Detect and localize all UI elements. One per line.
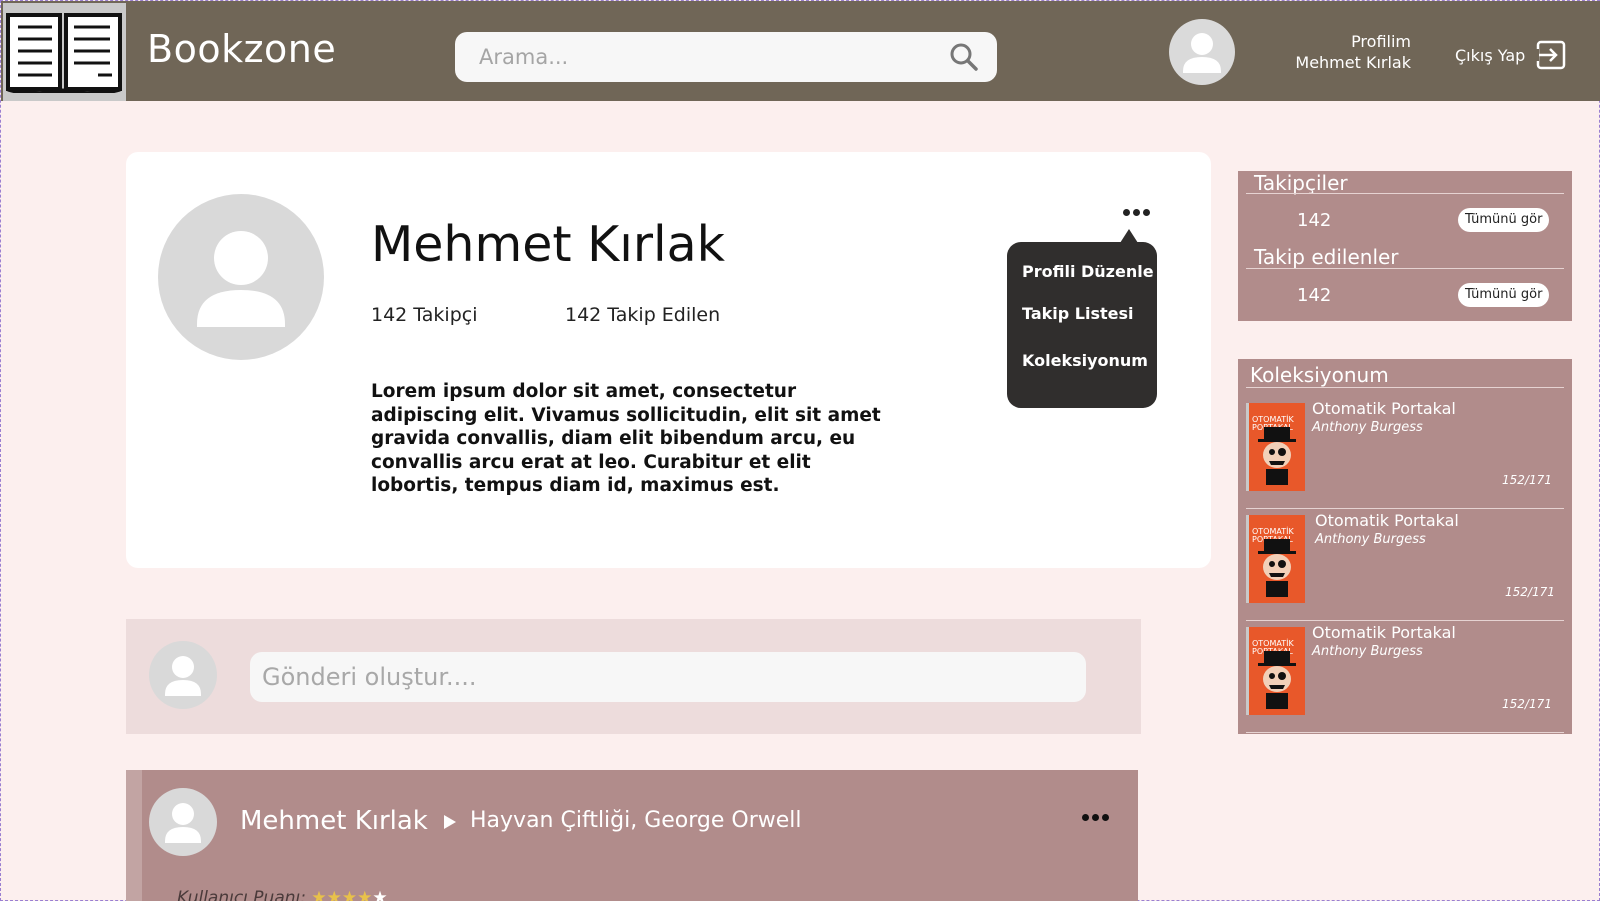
logout-icon: [1535, 40, 1566, 70]
post-book-title[interactable]: Hayvan Çiftliği, George Orwell: [470, 808, 802, 833]
brand-name[interactable]: Bookzone: [147, 27, 336, 71]
user-avatar-icon: [165, 656, 201, 696]
profile-bio: Lorem ipsum dolor sit amet, consectetur …: [371, 381, 881, 496]
collection-book-title: Otomatik Portakal: [1312, 399, 1456, 418]
collection-book-title: Otomatik Portakal: [1312, 623, 1456, 642]
search-icon[interactable]: [949, 42, 979, 76]
create-post-input[interactable]: [250, 652, 1086, 702]
play-arrow-icon: [444, 815, 456, 829]
following-count[interactable]: 142 Takip Edilen: [565, 304, 720, 326]
star-icon: ★★★★: [311, 888, 373, 901]
logout-label: Çıkış Yap: [1455, 45, 1526, 65]
logout-button[interactable]: Çıkış Yap: [1455, 39, 1567, 71]
collection-title: Koleksiyonum: [1250, 363, 1389, 387]
feed-post: Mehmet Kırlak Hayvan Çiftliği, George Or…: [126, 770, 1138, 901]
user-avatar-icon: [1183, 33, 1221, 73]
top-header: Bookzone Profilim Mehmet Kırlak Çıkış Ya…: [1, 1, 1600, 101]
post-rating: Kullanıcı Puanı: ★★★★★: [177, 888, 388, 901]
collection-book-author: Anthony Burgess: [1315, 532, 1426, 547]
collection-book-author: Anthony Burgess: [1312, 644, 1423, 659]
profile-card: Mehmet Kırlak 142 Takipçi 142 Takip Edil…: [126, 152, 1211, 568]
divider: [1246, 268, 1564, 269]
book-logo-icon: [6, 13, 122, 93]
menu-item-edit-profile[interactable]: Profili Düzenle: [1007, 262, 1157, 304]
reading-progress: 152/171: [1502, 697, 1552, 711]
followers-title: Takipçiler: [1254, 171, 1348, 195]
star-icon: ★: [372, 888, 388, 901]
more-dots-icon[interactable]: [1082, 814, 1109, 821]
post-composer: [126, 619, 1141, 734]
divider: [1246, 732, 1564, 733]
book-cover: OTOMATİK PORTAKAL: [1246, 627, 1305, 715]
divider: [1246, 193, 1564, 194]
book-cover: OTOMATİK PORTAKAL: [1246, 515, 1305, 603]
search-input[interactable]: [455, 32, 997, 82]
logo[interactable]: [3, 3, 126, 101]
collection-panel: Koleksiyonum OTOMATİK PORTAKAL Otomatik …: [1238, 359, 1572, 734]
post-author-name[interactable]: Mehmet Kırlak: [240, 806, 428, 836]
profile-dropdown-menu: Profili Düzenle Takip Listesi Koleksiyon…: [1007, 229, 1157, 408]
header-avatar[interactable]: [1169, 19, 1235, 85]
menu-item-follow-list[interactable]: Takip Listesi: [1007, 304, 1157, 351]
rating-label: Kullanıcı Puanı:: [177, 888, 306, 901]
collection-item[interactable]: OTOMATİK PORTAKAL Otomatik Portakal Anth…: [1246, 621, 1564, 733]
collection-item[interactable]: OTOMATİK PORTAKAL Otomatik Portakal Anth…: [1246, 509, 1564, 621]
user-avatar-icon: [165, 803, 201, 843]
menu-item-my-collection[interactable]: Koleksiyonum: [1007, 351, 1157, 393]
profile-username: Mehmet Kırlak: [1295, 53, 1411, 72]
book-cover: OTOMATİK PORTAKAL: [1246, 403, 1305, 491]
reading-progress: 152/171: [1502, 473, 1552, 487]
more-dots-icon[interactable]: [1116, 202, 1156, 222]
divider: [1246, 387, 1564, 388]
following-panel-count: 142: [1297, 285, 1332, 306]
collection-book-title: Otomatik Portakal: [1315, 511, 1459, 530]
follow-panel: Takipçiler 142 Tümünü gör Takip edilenle…: [1238, 171, 1572, 321]
my-profile-link[interactable]: Profilim Mehmet Kırlak: [1295, 31, 1411, 73]
collection-item[interactable]: OTOMATİK PORTAKAL Otomatik Portakal Anth…: [1246, 397, 1564, 509]
collection-book-author: Anthony Burgess: [1312, 420, 1423, 435]
following-title: Takip edilenler: [1254, 245, 1399, 269]
user-avatar-icon: [197, 231, 285, 327]
followers-panel-count: 142: [1297, 210, 1332, 231]
profile-avatar[interactable]: [158, 194, 324, 360]
composer-avatar: [149, 641, 217, 709]
profile-name: Mehmet Kırlak: [371, 216, 726, 273]
followers-count[interactable]: 142 Takipçi: [371, 304, 477, 326]
post-author-avatar[interactable]: [149, 788, 217, 856]
see-all-followers-button[interactable]: Tümünü gör: [1458, 208, 1550, 232]
profile-label: Profilim: [1351, 32, 1411, 51]
see-all-following-button[interactable]: Tümünü gör: [1458, 283, 1550, 307]
reading-progress: 152/171: [1505, 585, 1555, 599]
